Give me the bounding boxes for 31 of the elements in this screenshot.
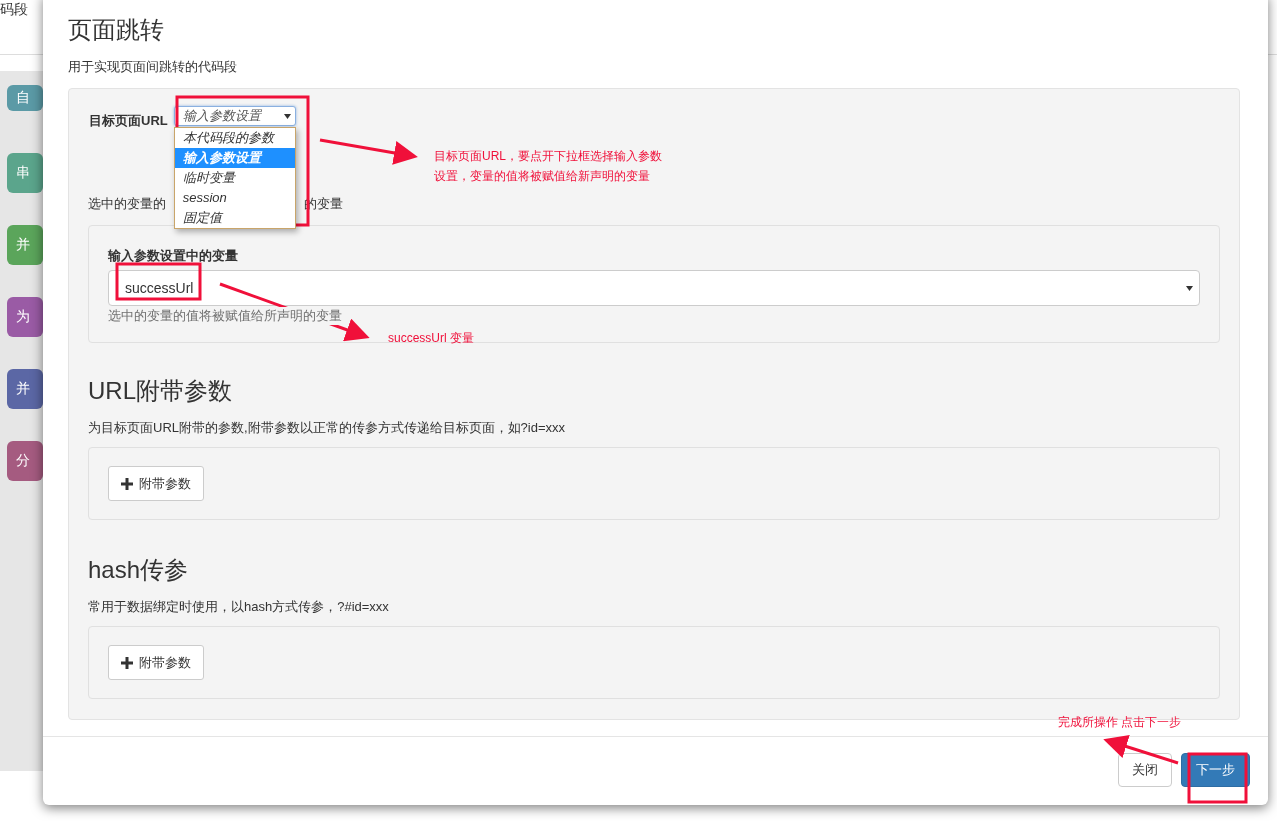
dialog-description: 用于实现页面间跳转的代码段 bbox=[68, 58, 237, 76]
field-label: 目标页面URL bbox=[89, 112, 168, 130]
plus-icon bbox=[121, 477, 133, 490]
caret-icon bbox=[283, 113, 291, 119]
annotation-note: 目标页面URL，要点开下拉框选择输入参数设置，变量的值将被赋值给新声明的变量 bbox=[434, 148, 663, 185]
section-description: 为目标页面URL附带的参数,附带参数以正常的传参方式传递给目标页面，如?id=xxx bbox=[88, 419, 566, 437]
variable-select[interactable]: successUrl bbox=[108, 270, 1200, 306]
dropdown-option[interactable]: 固定值 bbox=[174, 208, 295, 228]
dropdown-option[interactable]: 本代码段的参数 bbox=[174, 128, 295, 148]
close-button[interactable]: 关闭 bbox=[1118, 753, 1172, 787]
section-title: hash传参 bbox=[88, 555, 190, 585]
dropdown-option[interactable]: 临时变量 bbox=[174, 168, 295, 188]
section-description: 常用于数据绑定时使用，以hash方式传参，?#id=xxx bbox=[88, 598, 389, 616]
field-label: 输入参数设置中的变量 bbox=[108, 247, 238, 265]
code-block[interactable]: 为 bbox=[7, 297, 43, 337]
annotation-note: successUrl 变量 bbox=[388, 330, 474, 347]
annotation-note: 完成所操作 点击下一步 bbox=[1058, 714, 1182, 731]
dialog-title: 页面跳转 bbox=[68, 15, 165, 45]
add-param-button[interactable]: 附带参数 bbox=[108, 466, 204, 501]
add-param-button[interactable]: 附带参数 bbox=[108, 645, 204, 680]
page-title: 码段 bbox=[0, 1, 28, 19]
help-text: 选中的变量的值将被赋值给所声明的变量 bbox=[108, 307, 342, 325]
plus-icon bbox=[121, 656, 133, 669]
code-block[interactable]: 分 bbox=[7, 441, 43, 481]
code-block[interactable]: 并 bbox=[7, 369, 43, 409]
section-title: URL附带参数 bbox=[88, 376, 233, 406]
source-select[interactable]: 输入参数设置 bbox=[173, 106, 296, 126]
highlight-frame bbox=[1187, 752, 1248, 804]
help-text: 选中的变量的 bbox=[88, 195, 166, 213]
caret-icon bbox=[1186, 285, 1193, 291]
dropdown-option[interactable]: session bbox=[174, 188, 295, 208]
